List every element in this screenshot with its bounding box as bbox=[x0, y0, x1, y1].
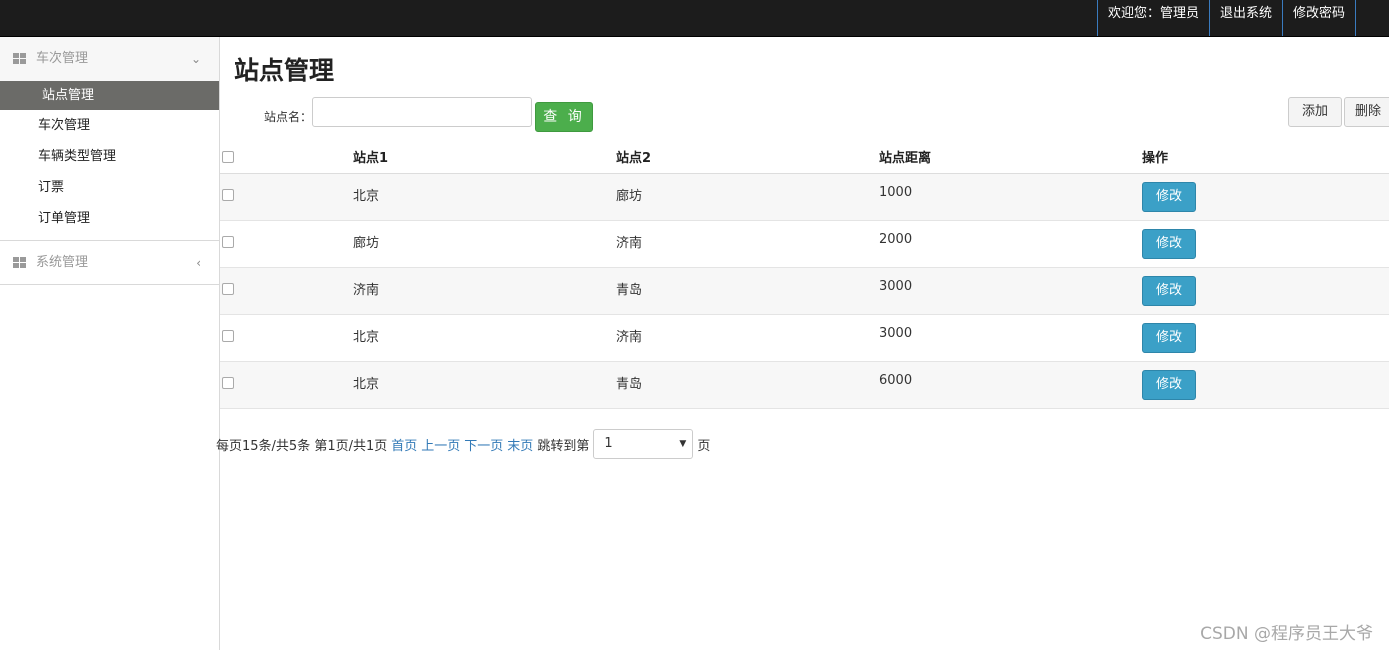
edit-button[interactable]: 修改 bbox=[1142, 370, 1196, 400]
row-checkbox-cell bbox=[222, 232, 234, 248]
sidebar-group-system-management[interactable]: 系统管理 ‹ bbox=[0, 241, 219, 285]
sidebar-item-booking[interactable]: 订票 bbox=[0, 172, 219, 203]
station-name-input[interactable] bbox=[312, 97, 532, 127]
next-page-link[interactable]: 下一页 bbox=[464, 435, 503, 454]
station2-cell: 廊坊 bbox=[616, 189, 643, 204]
add-button[interactable]: 添加 bbox=[1288, 97, 1342, 127]
main-content: 站点管理 站点名： 查 询 添加 删除 站点1 站点2 站点距离 操作 北京 廊… bbox=[216, 37, 1389, 650]
station1-cell: 济南 bbox=[353, 283, 380, 298]
row-checkbox[interactable] bbox=[222, 377, 234, 389]
welcome-user[interactable]: 欢迎您：管理员 bbox=[1096, 0, 1209, 36]
sidebar-item-station-management[interactable]: 站点管理 bbox=[0, 81, 219, 110]
sidebar-group-label: 系统管理 bbox=[36, 255, 89, 270]
pagination-info: 每页15条/共5条 第1页/共1页 bbox=[216, 438, 388, 454]
search-label: 站点名： bbox=[264, 110, 313, 124]
grid-icon bbox=[13, 53, 26, 64]
column-header-actions: 操作 bbox=[1142, 151, 1169, 166]
chevron-down-icon: ⌄ bbox=[190, 52, 201, 66]
station1-cell: 北京 bbox=[353, 189, 380, 204]
change-password-link[interactable]: 修改密码 bbox=[1281, 0, 1356, 36]
column-header-station2: 站点2 bbox=[616, 151, 652, 166]
edit-button[interactable]: 修改 bbox=[1142, 229, 1196, 259]
page-select[interactable]: 1 ▼ bbox=[593, 429, 694, 459]
station-table: 站点1 站点2 站点距离 操作 北京 廊坊 1000 修改 廊坊 济南 2000… bbox=[220, 136, 1389, 409]
station1-cell: 北京 bbox=[353, 377, 380, 392]
station2-cell: 青岛 bbox=[616, 377, 643, 392]
sidebar-group-label: 车次管理 bbox=[36, 51, 89, 66]
sidebar-group-train-management[interactable]: 车次管理 ⌄ bbox=[0, 37, 219, 81]
query-button[interactable]: 查 询 bbox=[535, 102, 593, 132]
prev-page-link[interactable]: 上一页 bbox=[421, 435, 460, 454]
row-checkbox[interactable] bbox=[222, 283, 234, 295]
first-page-link[interactable]: 首页 bbox=[391, 435, 417, 454]
row-checkbox-cell bbox=[222, 373, 234, 389]
delete-button[interactable]: 删除 bbox=[1344, 97, 1389, 127]
station1-cell: 廊坊 bbox=[353, 236, 380, 251]
station2-cell: 青岛 bbox=[616, 283, 643, 298]
chevron-left-icon: ‹ bbox=[196, 256, 201, 270]
page-suffix: 页 bbox=[697, 438, 711, 454]
edit-button[interactable]: 修改 bbox=[1142, 182, 1196, 212]
watermark: CSDN @程序员王大爷 bbox=[1200, 624, 1373, 644]
edit-button[interactable]: 修改 bbox=[1142, 323, 1196, 353]
row-checkbox[interactable] bbox=[222, 189, 234, 201]
sidebar-item-order-management[interactable]: 订单管理 bbox=[0, 203, 219, 234]
last-page-link[interactable]: 末页 bbox=[507, 435, 533, 454]
row-checkbox-cell bbox=[222, 185, 234, 201]
distance-cell: 6000 bbox=[879, 373, 913, 388]
select-all-cell bbox=[222, 147, 234, 163]
distance-cell: 1000 bbox=[879, 185, 913, 200]
station2-cell: 济南 bbox=[616, 236, 643, 251]
table-row: 廊坊 济南 2000 修改 bbox=[220, 221, 1389, 268]
edit-button[interactable]: 修改 bbox=[1142, 276, 1196, 306]
table-row: 济南 青岛 3000 修改 bbox=[220, 268, 1389, 315]
page-title: 站点管理 bbox=[234, 56, 335, 85]
row-checkbox[interactable] bbox=[222, 330, 234, 342]
row-checkbox-cell bbox=[222, 326, 234, 342]
row-checkbox-cell bbox=[222, 279, 234, 295]
page-select-value: 1 bbox=[604, 436, 613, 451]
table-header: 站点1 站点2 站点距离 操作 bbox=[220, 136, 1389, 174]
dropdown-arrow-icon: ▼ bbox=[679, 439, 687, 449]
pagination: 每页15条/共5条 第1页/共1页 首页 上一页 下一页 末页 跳转到第 1 ▼… bbox=[216, 429, 711, 459]
distance-cell: 3000 bbox=[879, 326, 913, 341]
table-row: 北京 济南 3000 修改 bbox=[220, 315, 1389, 362]
station1-cell: 北京 bbox=[353, 330, 380, 345]
jump-to-label: 跳转到第 bbox=[537, 438, 590, 454]
sidebar-item-train-management[interactable]: 车次管理 bbox=[0, 110, 219, 141]
sidebar-sub-list: 站点管理 车次管理 车辆类型管理 订票 订单管理 bbox=[0, 81, 219, 241]
distance-cell: 2000 bbox=[879, 232, 913, 247]
select-all-checkbox[interactable] bbox=[222, 151, 234, 163]
grid-icon bbox=[13, 257, 26, 268]
distance-cell: 3000 bbox=[879, 279, 913, 294]
sidebar: 车次管理 ⌄ 站点管理 车次管理 车辆类型管理 订票 订单管理 系统管理 ‹ bbox=[0, 37, 220, 650]
table-row: 北京 廊坊 1000 修改 bbox=[220, 174, 1389, 221]
row-checkbox[interactable] bbox=[222, 236, 234, 248]
top-bar: 欢迎您：管理员 退出系统 修改密码 bbox=[0, 0, 1389, 37]
logout-link[interactable]: 退出系统 bbox=[1208, 0, 1282, 36]
column-header-distance: 站点距离 bbox=[879, 151, 932, 166]
top-bar-links: 欢迎您：管理员 退出系统 修改密码 bbox=[1096, 0, 1356, 36]
table-row: 北京 青岛 6000 修改 bbox=[220, 362, 1389, 409]
station2-cell: 济南 bbox=[616, 330, 643, 345]
sidebar-item-vehicle-type-management[interactable]: 车辆类型管理 bbox=[0, 141, 219, 172]
column-header-station1: 站点1 bbox=[353, 151, 389, 166]
